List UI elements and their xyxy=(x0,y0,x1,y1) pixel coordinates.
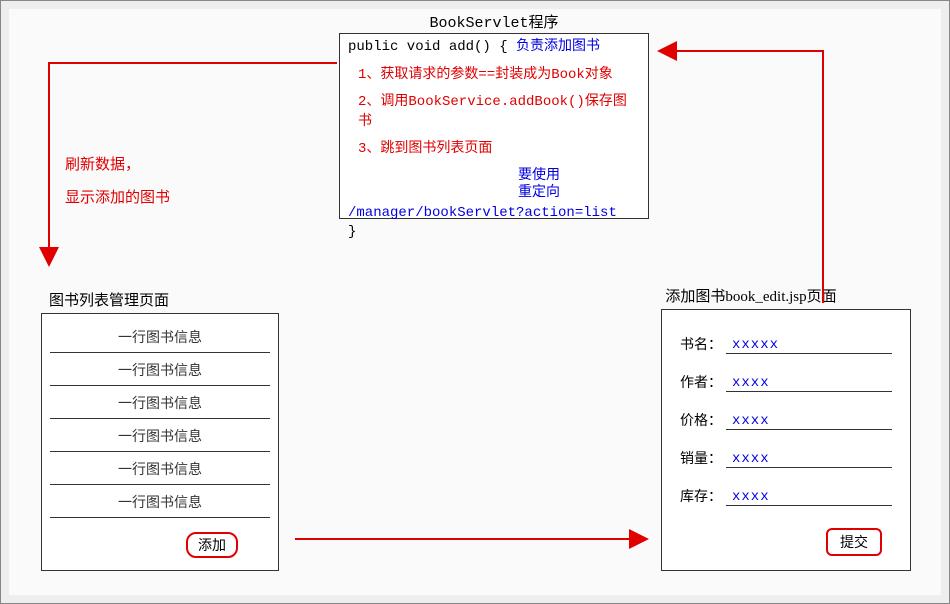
add-button-label: 添加 xyxy=(198,539,226,554)
refresh-line-2: 显示添加的图书 xyxy=(65,182,170,215)
field-value: xxxx xyxy=(726,451,770,467)
servlet-signature: public void add() { xyxy=(348,39,508,55)
field-value: xxxx xyxy=(726,489,770,505)
list-title: 图书列表管理页面 xyxy=(49,289,169,310)
servlet-step-2: 2、调用BookService.addBook()保存图书 xyxy=(358,93,640,132)
field-label: 销量： xyxy=(680,448,722,468)
list-row: 一行图书信息 xyxy=(50,386,270,419)
field-label: 库存： xyxy=(680,486,722,506)
field-input[interactable]: xxxx xyxy=(726,451,892,468)
servlet-step-1: 1、获取请求的参数==封装成为Book对象 xyxy=(358,66,640,86)
submit-button-label: 提交 xyxy=(840,536,868,551)
servlet-comment: 负责添加图书 xyxy=(516,39,600,55)
field-name: 书名： xxxxx xyxy=(680,334,892,354)
field-input[interactable]: xxxx xyxy=(726,413,892,430)
field-price: 价格： xxxx xyxy=(680,410,892,430)
field-input[interactable]: xxxx xyxy=(726,375,892,392)
field-sales: 销量： xxxx xyxy=(680,448,892,468)
field-input[interactable]: xxxx xyxy=(726,489,892,506)
diagram-inner: BookServlet程序 public void add() { 负责添加图书… xyxy=(9,9,941,595)
field-value: xxxx xyxy=(726,413,770,429)
field-author: 作者： xxxx xyxy=(680,372,892,392)
field-input[interactable]: xxxxx xyxy=(726,337,892,354)
servlet-note-1: 要使用 xyxy=(518,168,560,184)
servlet-note-2: 重定向 xyxy=(518,185,560,201)
add-button[interactable]: 添加 xyxy=(186,532,238,558)
servlet-title: BookServlet程序 xyxy=(339,11,649,32)
servlet-close-brace: } xyxy=(348,223,640,243)
field-label: 价格： xyxy=(680,410,722,430)
list-row: 一行图书信息 xyxy=(50,320,270,353)
field-stock: 库存： xxxx xyxy=(680,486,892,506)
edit-title: 添加图书book_edit.jsp页面 xyxy=(621,285,881,306)
field-label: 书名： xyxy=(680,334,722,354)
refresh-line-1: 刷新数据， xyxy=(65,149,170,182)
list-row: 一行图书信息 xyxy=(50,485,270,518)
diagram-canvas: BookServlet程序 public void add() { 负责添加图书… xyxy=(0,0,950,604)
book-edit-box: 书名： xxxxx 作者： xxxx 价格： xxxx 销量： xxxx 库存：… xyxy=(661,309,911,571)
servlet-code-box: public void add() { 负责添加图书 1、获取请求的参数==封装… xyxy=(339,33,649,219)
servlet-path: /manager/bookServlet?action=list xyxy=(348,204,640,224)
submit-button[interactable]: 提交 xyxy=(826,528,882,556)
list-row: 一行图书信息 xyxy=(50,452,270,485)
field-value: xxxx xyxy=(726,375,770,391)
refresh-annotation: 刷新数据， 显示添加的图书 xyxy=(65,149,170,215)
list-row: 一行图书信息 xyxy=(50,419,270,452)
list-row: 一行图书信息 xyxy=(50,353,270,386)
servlet-signature-line: public void add() { 负责添加图书 xyxy=(348,38,640,58)
field-value: xxxxx xyxy=(726,337,779,353)
field-label: 作者： xyxy=(680,372,722,392)
servlet-note: 要使用 重定向 xyxy=(518,168,640,202)
book-list-box: 一行图书信息 一行图书信息 一行图书信息 一行图书信息 一行图书信息 一行图书信… xyxy=(41,313,279,571)
servlet-step-3: 3、跳到图书列表页面 xyxy=(358,140,640,160)
